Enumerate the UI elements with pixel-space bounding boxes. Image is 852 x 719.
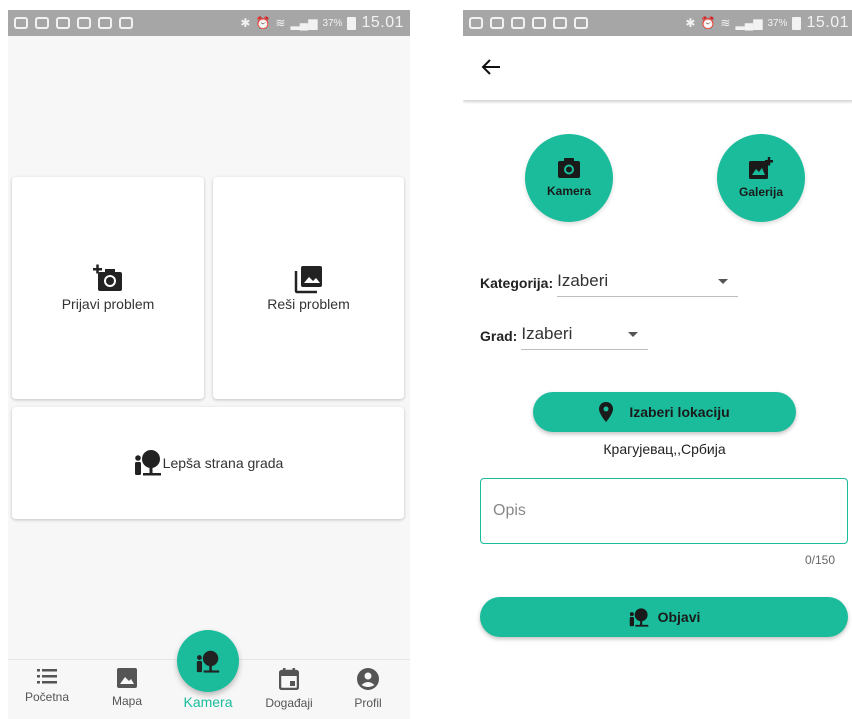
battery-percent: 37%: [322, 17, 343, 29]
bright-side-tile[interactable]: Lepša strana grada: [12, 407, 404, 519]
category-dropdown[interactable]: Izaberi: [557, 271, 739, 297]
notification-icon: [77, 17, 91, 29]
notification-icon: [469, 17, 483, 29]
status-bar: ✱ ⏰ ≋ ▂▄▆ 37% 15.01: [463, 10, 852, 36]
notification-icon: [553, 17, 567, 29]
notification-icon: [14, 17, 28, 29]
clock: 15.01: [361, 14, 404, 31]
description-input[interactable]: [481, 479, 847, 543]
city-label: Grad:: [480, 328, 518, 344]
photo-library-icon: [294, 266, 322, 294]
bluetooth-icon: ✱: [240, 16, 251, 30]
notification-icon: [511, 17, 525, 29]
gallery-button-label: Galerija: [738, 185, 784, 199]
camera-button-label: Kamera: [546, 184, 592, 198]
notification-icon: [98, 17, 112, 29]
home-screen: ✱ ⏰ ≋ ▂▄▆ 37% 15.01 Prijavi problem Reši…: [8, 10, 410, 719]
battery-icon: [347, 16, 357, 30]
nav-item-camera[interactable]: [177, 630, 239, 692]
publish-label: Objavi: [657, 609, 701, 625]
arrow-back-icon[interactable]: [481, 58, 501, 76]
nav-label-profile: Profil: [354, 696, 382, 710]
status-bar: ✱ ⏰ ≋ ▂▄▆ 37% 15.01: [8, 10, 410, 36]
publish-button[interactable]: Objavi: [480, 597, 848, 637]
notification-icon: [56, 17, 70, 29]
category-label: Kategorija:: [480, 275, 554, 291]
nav-label-events: Događaji: [265, 696, 313, 710]
wifi-icon: ≋: [275, 16, 286, 30]
nav-item-profile[interactable]: Profil: [333, 668, 403, 710]
report-problem-label: Prijavi problem: [61, 296, 155, 312]
nav-label-map: Mapa: [111, 694, 143, 708]
choose-location-label: Izaberi lokaciju: [629, 404, 730, 420]
notification-icon: [532, 17, 546, 29]
dropdown-arrow-icon: [718, 278, 729, 284]
nav-label-home: Početna: [24, 690, 70, 704]
notification-icons: [14, 17, 133, 29]
gallery-button[interactable]: Galerija: [717, 134, 805, 222]
description-field[interactable]: [480, 478, 848, 544]
category-field: Kategorija: Izaberi: [480, 271, 739, 297]
notification-icon: [490, 17, 504, 29]
person-tree-icon: [134, 450, 161, 476]
calendar-icon: [279, 668, 299, 690]
notification-icon: [119, 17, 133, 29]
battery-percent: 37%: [767, 17, 788, 29]
camera-icon: [558, 158, 580, 178]
signal-icon: ▂▄▆: [290, 16, 318, 30]
nav-label-camera: Kamera: [183, 694, 233, 710]
add-a-photo-icon: [93, 264, 122, 291]
clock: 15.01: [806, 14, 849, 31]
person-tree-icon: [196, 650, 220, 673]
dropdown-arrow-icon: [628, 331, 639, 337]
notification-icons: [469, 17, 588, 29]
alarm-icon: ⏰: [255, 16, 271, 30]
notification-icon: [35, 17, 49, 29]
bluetooth-icon: ✱: [685, 16, 696, 30]
signal-icon: ▂▄▆: [735, 16, 763, 30]
city-dropdown[interactable]: Izaberi: [521, 324, 649, 350]
character-counter: 0/150: [804, 553, 835, 567]
image-icon: [117, 668, 137, 688]
solve-problem-label: Reši problem: [267, 296, 350, 312]
choose-location-button[interactable]: Izaberi lokaciju: [533, 392, 796, 432]
app-bar: [463, 36, 852, 100]
list-icon: [37, 669, 57, 684]
battery-icon: [792, 16, 802, 30]
nav-item-home[interactable]: Početna: [12, 668, 82, 704]
add-photo-icon: [749, 157, 773, 179]
bright-side-label: Lepša strana grada: [162, 455, 284, 471]
person-tree-icon: [629, 608, 648, 627]
city-value: Izaberi: [521, 324, 573, 343]
solve-problem-tile[interactable]: Reši problem: [213, 177, 404, 399]
account-circle-icon: [357, 668, 379, 690]
alarm-icon: ⏰: [700, 16, 716, 30]
report-form-screen: ✱ ⏰ ≋ ▂▄▆ 37% 15.01 Kamera Galerija Kate…: [463, 10, 852, 719]
city-field: Grad: Izaberi: [480, 324, 649, 350]
camera-button[interactable]: Kamera: [525, 134, 613, 222]
nav-item-map[interactable]: Mapa: [92, 668, 162, 708]
selected-location-text: Крагујевац,,Србија: [603, 441, 726, 457]
notification-icon: [574, 17, 588, 29]
wifi-icon: ≋: [720, 16, 731, 30]
report-problem-tile[interactable]: Prijavi problem: [12, 177, 204, 399]
category-value: Izaberi: [557, 271, 609, 290]
location-pin-icon: [599, 402, 614, 422]
nav-item-events[interactable]: Događaji: [254, 668, 324, 710]
